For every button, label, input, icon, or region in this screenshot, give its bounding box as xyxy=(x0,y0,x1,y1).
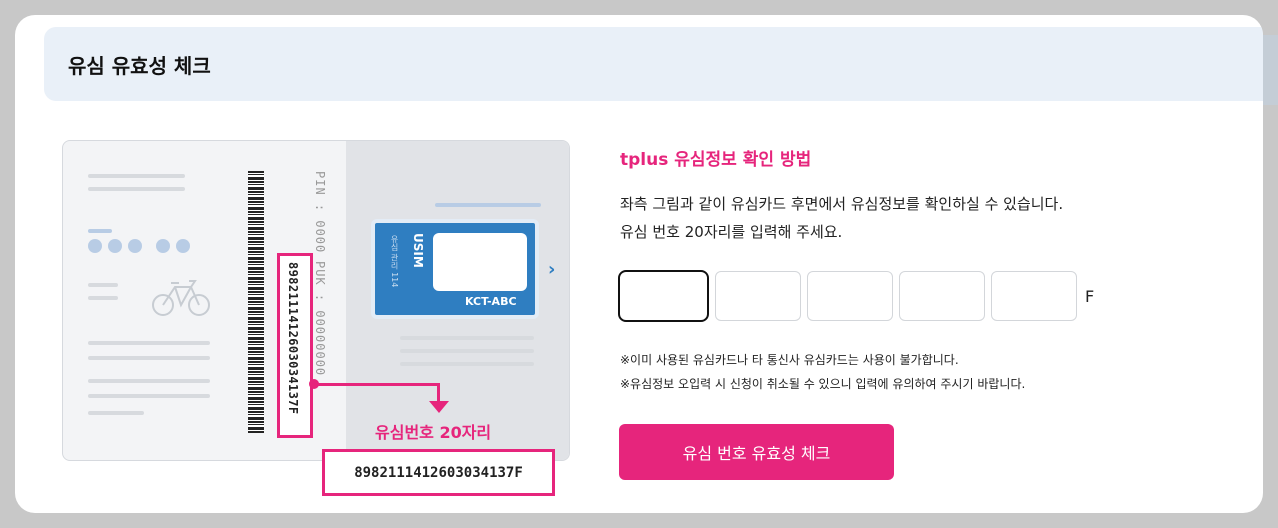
page-header: 유심 유효성 체크 xyxy=(44,27,1263,101)
placeholder-dot xyxy=(176,239,190,253)
placeholder-line xyxy=(400,336,534,340)
sim-chip-label: KCT-ABC xyxy=(465,295,517,308)
placeholder-line xyxy=(88,187,185,191)
vertical-sim-number: 8982111412603034137F xyxy=(286,262,300,415)
placeholder-line xyxy=(88,283,118,287)
sim-number-example: 8982111412603034137F xyxy=(322,449,555,496)
barcode-graphic xyxy=(248,171,264,433)
desc-line: 좌측 그림과 같이 유심카드 후면에서 유심정보를 확인하실 수 있습니다. xyxy=(620,195,1064,213)
sim-number-input-5[interactable] xyxy=(991,271,1077,321)
sim-number-input-2[interactable] xyxy=(715,271,801,321)
placeholder-line xyxy=(400,349,534,353)
input-suffix: F xyxy=(1085,286,1095,306)
sim-small-label: 유심 관리 114 xyxy=(390,235,399,288)
placeholder-line xyxy=(435,203,541,207)
info-title: tplus 유심정보 확인 방법 xyxy=(620,150,812,170)
placeholder-dot xyxy=(88,239,102,253)
sim-number-input-1[interactable] xyxy=(618,270,709,322)
placeholder-line xyxy=(88,296,118,300)
placeholder-line xyxy=(88,174,185,178)
chevron-right-icon: › xyxy=(548,259,556,280)
sim-number-caption: 유심번호 20자리 xyxy=(375,423,492,442)
page-title: 유심 유효성 체크 xyxy=(68,54,211,78)
sim-usim-label: USIM xyxy=(411,233,425,268)
desc-line: 유심 번호 20자리를 입력해 주세요. xyxy=(620,223,843,241)
connector-line xyxy=(437,383,440,403)
check-sim-button[interactable]: 유심 번호 유효성 체크 xyxy=(619,424,894,480)
sim-chip xyxy=(433,233,527,291)
info-description: 좌측 그림과 같이 유심카드 후면에서 유심정보를 확인하실 수 있습니다. 유… xyxy=(620,190,1063,246)
placeholder-line xyxy=(88,394,210,398)
scrollbar[interactable] xyxy=(1263,35,1278,105)
placeholder-line xyxy=(88,341,210,345)
connector-line xyxy=(314,383,439,386)
placeholder-line xyxy=(88,379,210,383)
placeholder-dot xyxy=(108,239,122,253)
main-card: 유심 유효성 체크 PIN : 0000 PUK : 00000000 8982… xyxy=(15,15,1263,513)
sim-number-example-text: 8982111412603034137F xyxy=(354,464,523,481)
usim-card-graphic: 유심 관리 114 USIM KCT-ABC xyxy=(371,219,539,319)
bicycle-icon xyxy=(152,280,210,316)
sim-number-inputs: F xyxy=(618,270,1094,322)
pin-label: PIN : 0000 xyxy=(313,171,327,254)
notice-text: ※이미 사용된 유심카드나 타 통신사 유심카드는 사용이 불가합니다. ※유심… xyxy=(620,348,1025,396)
puk-label: PUK : 00000000 xyxy=(313,261,327,377)
placeholder-line xyxy=(88,356,210,360)
sim-number-input-3[interactable] xyxy=(807,271,893,321)
placeholder-line xyxy=(88,411,144,415)
placeholder-dot xyxy=(156,239,170,253)
placeholder-line xyxy=(400,362,534,366)
sim-number-highlight: 8982111412603034137F xyxy=(277,253,313,438)
arrow-down-icon xyxy=(429,401,449,413)
placeholder-line xyxy=(88,229,112,233)
notice-line: ※유심정보 오입력 시 신청이 취소될 수 있으니 입력에 유의하여 주시기 바… xyxy=(620,377,1026,391)
sim-number-input-4[interactable] xyxy=(899,271,985,321)
notice-line: ※이미 사용된 유심카드나 타 통신사 유심카드는 사용이 불가합니다. xyxy=(620,353,959,367)
usim-guide-illustration: PIN : 0000 PUK : 00000000 89821114126030… xyxy=(62,140,570,461)
placeholder-dot xyxy=(128,239,142,253)
